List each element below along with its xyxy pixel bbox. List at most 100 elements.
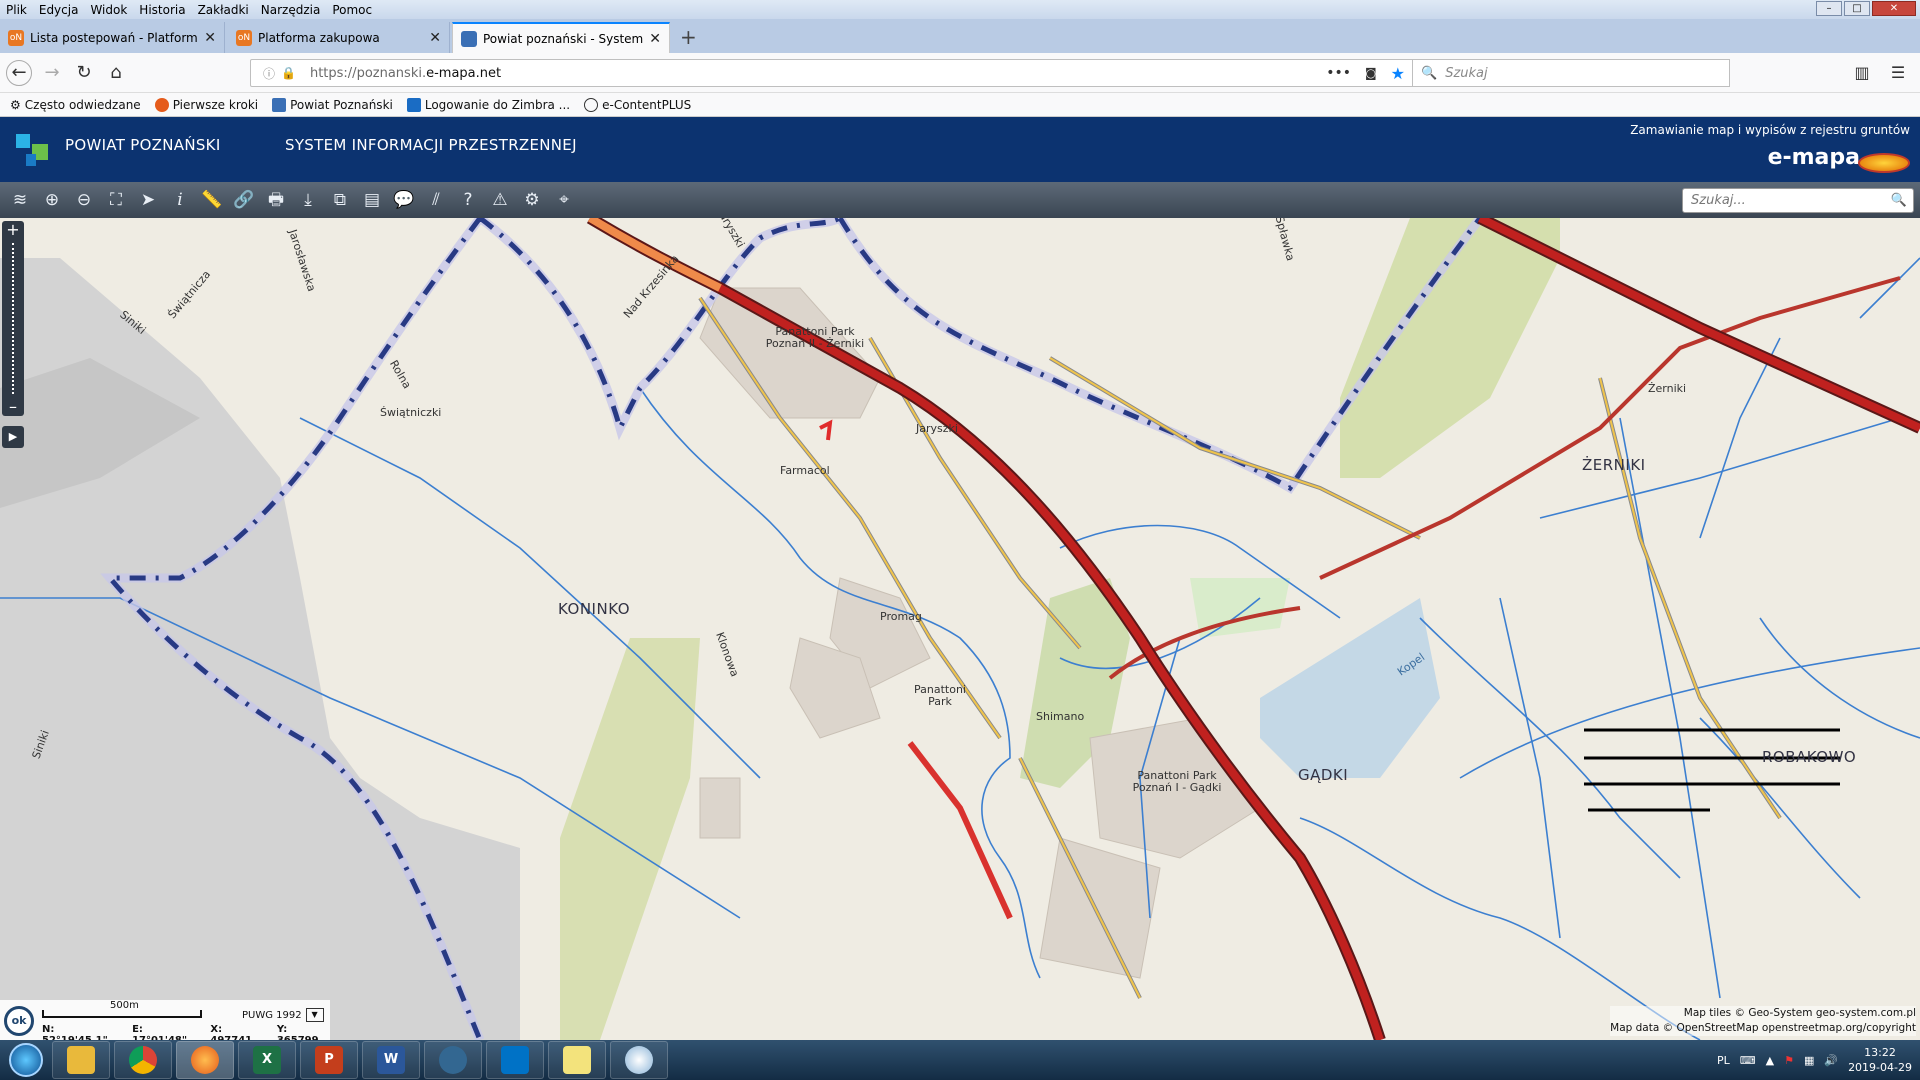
maximize-button[interactable]: □: [1844, 1, 1870, 16]
tab-platforma-zakupowa[interactable]: oN Platforma zakupowa ✕: [228, 22, 450, 53]
taskbar-explorer[interactable]: [52, 1041, 110, 1079]
menu-zakladki[interactable]: Zakładki: [192, 3, 255, 17]
tray-arrow-icon[interactable]: ▲: [1766, 1054, 1774, 1067]
info-icon[interactable]: i: [166, 186, 194, 214]
language-indicator[interactable]: PL: [1717, 1054, 1730, 1067]
zoom-extent-icon[interactable]: ⛶: [102, 186, 130, 214]
village-label: ŻERNIKI: [1582, 456, 1646, 474]
close-tab-icon[interactable]: ✕: [204, 30, 216, 46]
print-icon[interactable]: 🖶: [262, 186, 290, 214]
panel-icon[interactable]: ▤: [358, 186, 386, 214]
menu-historia[interactable]: Historia: [133, 3, 191, 17]
taskbar-paint[interactable]: [610, 1041, 668, 1079]
back-button[interactable]: ←: [6, 60, 32, 86]
taskbar-outlook[interactable]: [486, 1041, 544, 1079]
taskbar-postgres[interactable]: [424, 1041, 482, 1079]
help-icon[interactable]: ?: [454, 186, 482, 214]
menu-narzedzia[interactable]: Narzędzia: [255, 3, 327, 17]
select-icon[interactable]: ➤: [134, 186, 162, 214]
village-label: GĄDKI: [1298, 766, 1349, 784]
menu-pomoc[interactable]: Pomoc: [326, 3, 378, 17]
hatch-icon[interactable]: ⫽: [422, 186, 450, 214]
clock[interactable]: 13:22 2019-04-29: [1848, 1045, 1912, 1075]
excel-icon: X: [253, 1046, 281, 1074]
close-tab-icon[interactable]: ✕: [649, 31, 661, 47]
browser-search-input[interactable]: 🔍 Szukaj: [1412, 59, 1730, 87]
comment-icon[interactable]: 💬: [390, 186, 418, 214]
taskbar-powerpoint[interactable]: P: [300, 1041, 358, 1079]
zoom-slider[interactable]: + –: [2, 221, 24, 416]
flag-icon[interactable]: ⚑: [1784, 1054, 1794, 1067]
map-layer: [0, 218, 1920, 1040]
start-button[interactable]: [0, 1040, 52, 1080]
bookmark-star-icon[interactable]: ★: [1391, 64, 1405, 83]
menu-edycja[interactable]: Edycja: [33, 3, 85, 17]
close-window-button[interactable]: ✕: [1872, 1, 1916, 16]
layers-icon[interactable]: ≋: [6, 186, 34, 214]
expand-panel-icon[interactable]: ▶: [2, 426, 24, 448]
windows-logo-icon: [9, 1043, 43, 1077]
zoom-out-icon[interactable]: ⊖: [70, 186, 98, 214]
tab-lista-postepowan[interactable]: oN Lista postepowań - Platforma Z ✕: [0, 22, 225, 53]
pocket-icon[interactable]: ◙: [1365, 66, 1377, 80]
settings-icon[interactable]: ⚙: [518, 186, 546, 214]
keyboard-icon[interactable]: ⌨: [1740, 1054, 1756, 1067]
taskbar-notes[interactable]: [548, 1041, 606, 1079]
page-actions-icon[interactable]: •••: [1326, 65, 1351, 81]
compare-icon[interactable]: ⧉: [326, 186, 354, 214]
map-search-input[interactable]: Szukaj... 🔍: [1682, 188, 1914, 213]
home-button[interactable]: ⌂: [104, 61, 128, 85]
download-icon[interactable]: ⤓: [294, 186, 322, 214]
forward-button[interactable]: →: [40, 61, 64, 85]
elephant-icon: [439, 1046, 467, 1074]
url-bar[interactable]: ⓘ 🔒 https://poznanski. e-mapa.net ••• ◙ …: [250, 59, 1416, 87]
crs-select[interactable]: PUWG 1992 ▼: [242, 1008, 324, 1022]
taskbar-excel[interactable]: X: [238, 1041, 296, 1079]
bookmark-zimbra[interactable]: Logowanie do Zimbra ...: [406, 97, 570, 112]
network-icon[interactable]: ▦: [1804, 1054, 1814, 1067]
word-icon: W: [377, 1046, 405, 1074]
sidebar-icon[interactable]: ▥: [1850, 61, 1874, 85]
warning-icon[interactable]: ⚠: [486, 186, 514, 214]
zoom-track[interactable]: [11, 243, 15, 394]
bookmark-pierwsze-kroki[interactable]: Pierwsze kroki: [154, 97, 258, 112]
globe-icon: [584, 97, 599, 112]
close-tab-icon[interactable]: ✕: [429, 30, 441, 46]
volume-icon[interactable]: 🔊: [1824, 1054, 1838, 1067]
ok-button[interactable]: ok: [4, 1006, 34, 1036]
search-icon[interactable]: 🔍: [1891, 193, 1907, 208]
hamburger-menu-icon[interactable]: ☰: [1886, 61, 1910, 85]
powiat-logo-icon: [16, 134, 48, 166]
menu-plik[interactable]: Plik: [0, 3, 33, 17]
new-tab-button[interactable]: +: [680, 25, 697, 49]
chevron-down-icon[interactable]: ▼: [305, 1008, 324, 1022]
menu-widok[interactable]: Widok: [84, 3, 133, 17]
tab-powiat-poznanski[interactable]: Powiat poznański - System Info ✕: [452, 22, 670, 53]
bookmark-econtentplus[interactable]: e-ContentPLUS: [584, 97, 691, 112]
map-toolbar: ≋ ⊕ ⊖ ⛶ ➤ i 📏 🔗 🖶 ⤓ ⧉ ▤ 💬 ⫽ ? ⚠ ⚙ ⌖ Szuk…: [0, 182, 1920, 218]
minimize-button[interactable]: –: [1816, 1, 1842, 16]
taskbar-firefox[interactable]: [176, 1041, 234, 1079]
gear-icon: ⚙: [10, 97, 21, 112]
poi-label: Panattoni Park Poznań II - Żerniki: [765, 325, 865, 350]
poi-label: Panattoni Park: [914, 683, 966, 708]
link-icon[interactable]: 🔗: [230, 186, 258, 214]
bookmark-powiat-poznanski[interactable]: Powiat Poznański: [272, 97, 393, 112]
zoom-in-icon[interactable]: ⊕: [38, 186, 66, 214]
map-canvas[interactable]: Jarosławska Świątnicza Siniki Nad Krzesi…: [0, 218, 1920, 1040]
taskbar-chrome[interactable]: [114, 1041, 172, 1079]
bookmark-czesto-odwiedzane[interactable]: ⚙ Często odwiedzane: [10, 98, 141, 112]
reload-button[interactable]: ↻: [72, 61, 96, 85]
measure-icon[interactable]: 📏: [198, 186, 226, 214]
main-road: [819, 419, 833, 441]
order-maps-link[interactable]: Zamawianie map i wypisów z rejestru grun…: [1630, 123, 1910, 137]
org-name: POWIAT POZNAŃSKI: [65, 136, 221, 154]
locate-icon[interactable]: ⌖: [550, 186, 578, 214]
zoom-plus-icon[interactable]: +: [6, 221, 19, 239]
main-road: [907, 741, 1013, 920]
info-icon[interactable]: ⓘ: [263, 65, 275, 82]
taskbar-word[interactable]: W: [362, 1041, 420, 1079]
zoom-minus-icon[interactable]: –: [9, 398, 17, 416]
paint-icon: [625, 1046, 653, 1074]
lock-warning-icon[interactable]: 🔒: [281, 66, 296, 80]
